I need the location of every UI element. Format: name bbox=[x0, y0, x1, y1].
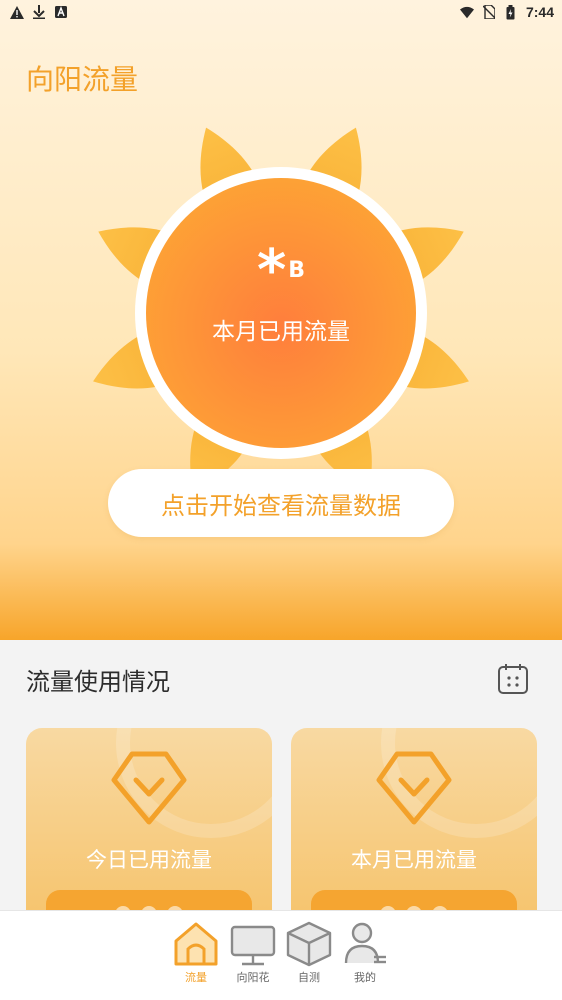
nav-item-traffic[interactable]: 流量 bbox=[168, 919, 224, 997]
nav-item-sunflower[interactable]: 向阳花 bbox=[225, 919, 281, 997]
month-usage-card[interactable]: 本月已用流量 bbox=[291, 728, 537, 928]
nav-label: 自测 bbox=[298, 971, 320, 984]
user-icon bbox=[344, 922, 386, 964]
monthly-usage-value: *B bbox=[0, 243, 562, 299]
nav-label: 我的 bbox=[354, 971, 376, 984]
usage-unit: B bbox=[288, 258, 306, 283]
monitor-icon bbox=[230, 925, 276, 966]
usage-number: * bbox=[256, 238, 287, 303]
nav-item-self-test[interactable]: 自测 bbox=[281, 919, 337, 997]
box-icon bbox=[286, 921, 332, 967]
bottom-nav: 流量 向阳花 自测 我的 bbox=[0, 910, 562, 1000]
down-arrow-badge-icon bbox=[376, 751, 452, 825]
home-icon bbox=[174, 922, 218, 966]
start-view-data-button[interactable]: 点击开始查看流量数据 bbox=[108, 469, 454, 537]
today-usage-card[interactable]: 今日已用流量 bbox=[26, 728, 272, 928]
nav-label: 流量 bbox=[185, 971, 207, 984]
down-arrow-badge-icon bbox=[111, 751, 187, 825]
card-label: 本月已用流量 bbox=[351, 848, 477, 872]
hero-section: 7:44 向阳流量 *B 本月已用流量 点击开始查看流量数据 bbox=[0, 0, 562, 640]
monthly-usage-label: 本月已用流量 bbox=[212, 319, 350, 345]
calendar-icon[interactable] bbox=[496, 662, 530, 696]
nav-item-mine[interactable]: 我的 bbox=[337, 919, 393, 997]
nav-label: 向阳花 bbox=[236, 971, 270, 984]
section-title: 流量使用情况 bbox=[26, 668, 170, 696]
card-label: 今日已用流量 bbox=[86, 848, 212, 872]
